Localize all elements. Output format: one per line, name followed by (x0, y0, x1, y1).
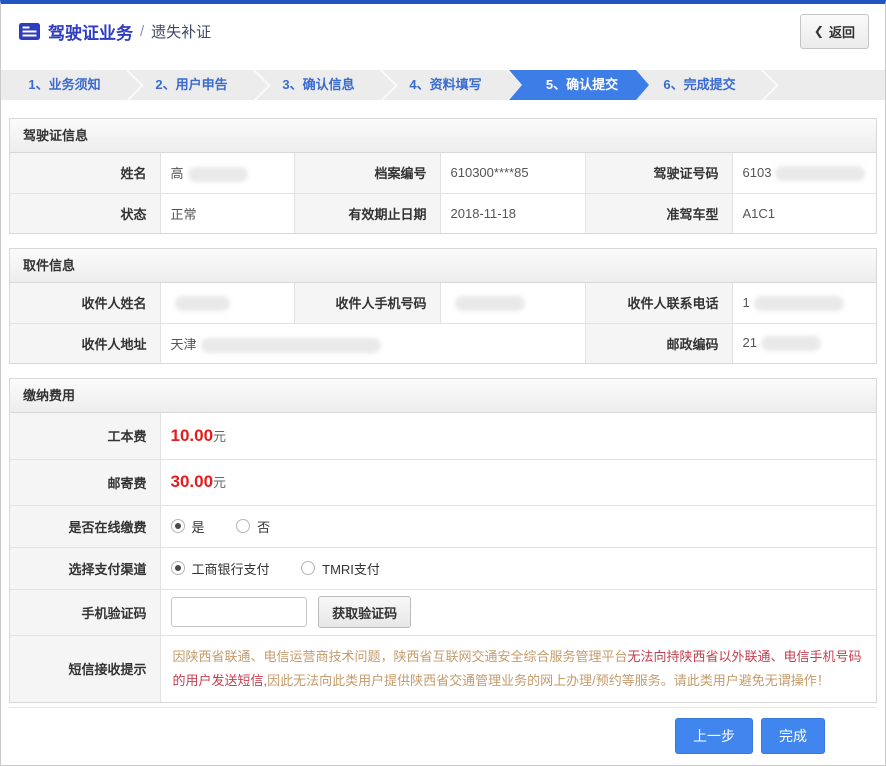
name-value: 高 (160, 153, 294, 193)
section-license-title: 驾驶证信息 (10, 119, 876, 153)
step-tab-4[interactable]: 4、资料填写 (382, 70, 509, 100)
status-value: 正常 (160, 193, 294, 233)
postal-code-value: 21 (732, 323, 876, 363)
page: 驾驶证业务 / 遗失补证 ❮ 返回 1、业务须知 2、用户申告 3、确认信息 4… (0, 0, 886, 766)
pay-channel-label: 选择支付渠道 (10, 547, 160, 589)
breadcrumb-current: 遗失补证 (151, 21, 211, 42)
radio-online-yes[interactable] (171, 519, 185, 533)
step-tab-1[interactable]: 1、业务须知 (1, 70, 128, 100)
back-button[interactable]: ❮ 返回 (800, 14, 869, 49)
table-row: 收件人地址 天津 邮政编码 21 (10, 323, 876, 363)
work-fee-amount: 10.00 (171, 426, 214, 445)
vehicle-type-value: A1C1 (732, 193, 876, 233)
fee-unit: 元 (213, 429, 226, 444)
sms-code-label: 手机验证码 (10, 589, 160, 635)
work-fee-value: 10.00元 (160, 413, 876, 459)
redacted-value (775, 166, 865, 181)
step-tab-6[interactable]: 6、完成提交 (636, 70, 763, 100)
redacted-value (754, 296, 844, 311)
section-fees-title: 缴纳费用 (10, 379, 876, 413)
redacted-value (175, 296, 230, 311)
radio-online-yes-label[interactable]: 是 (192, 520, 205, 535)
table-row: 工本费 10.00元 (10, 413, 876, 459)
redacted-value (455, 296, 525, 311)
sms-notice-text: 因陕西省联通、电信运营商技术问题，陕西省互联网交通安全综合服务管理平台无法向持陕… (160, 635, 876, 702)
recipient-phone-label: 收件人联系电话 (585, 283, 732, 323)
postal-code-label: 邮政编码 (585, 323, 732, 363)
name-label: 姓名 (10, 153, 160, 193)
sms-code-input[interactable] (171, 597, 307, 627)
recipient-phone-value: 1 (732, 283, 876, 323)
section-pickup-title: 取件信息 (10, 249, 876, 283)
table-row: 手机验证码 获取验证码 (10, 589, 876, 635)
table-row: 选择支付渠道 工商银行支付 TMRI支付 (10, 547, 876, 589)
sms-code-field: 获取验证码 (160, 589, 876, 635)
redacted-value (188, 167, 248, 182)
online-pay-options: 是 否 (160, 505, 876, 547)
table-row: 邮寄费 30.00元 (10, 459, 876, 505)
pickup-info-table: 收件人姓名 收件人手机号码 收件人联系电话 1 收件人地址 天津 邮政编码 21 (10, 283, 876, 363)
step-tab-2[interactable]: 2、用户申告 (128, 70, 255, 100)
post-fee-amount: 30.00 (171, 472, 214, 491)
table-row: 收件人姓名 收件人手机号码 收件人联系电话 1 (10, 283, 876, 323)
radio-channel-icbc[interactable] (171, 561, 185, 575)
status-label: 状态 (10, 193, 160, 233)
license-no-label: 驾驶证号码 (585, 153, 732, 193)
radio-channel-tmri[interactable] (301, 561, 315, 575)
step-nav: 1、业务须知 2、用户申告 3、确认信息 4、资料填写 5、确认提交 6、完成提… (1, 70, 885, 100)
license-business-icon (19, 23, 40, 40)
step-tab-5-active[interactable]: 5、确认提交 (509, 70, 649, 100)
expiry-value: 2018-11-18 (440, 193, 585, 233)
radio-channel-tmri-label[interactable]: TMRI支付 (322, 562, 380, 577)
breadcrumb: 驾驶证业务 / 遗失补证 (19, 19, 211, 44)
back-chevron-icon: ❮ (814, 24, 824, 38)
section-pickup-info: 取件信息 收件人姓名 收件人手机号码 收件人联系电话 1 收件人地址 天津 邮政… (9, 248, 877, 364)
step-tab-3[interactable]: 3、确认信息 (255, 70, 382, 100)
online-pay-label: 是否在线缴费 (10, 505, 160, 547)
expiry-label: 有效期止日期 (294, 193, 440, 233)
pay-channel-options: 工商银行支付 TMRI支付 (160, 547, 876, 589)
radio-online-no[interactable] (236, 519, 250, 533)
breadcrumb-divider: / (140, 23, 144, 40)
step-nav-filler (763, 70, 885, 100)
sms-notice-label: 短信接收提示 (10, 635, 160, 702)
archive-no-value: 610300****85 (440, 153, 585, 193)
license-info-table: 姓名 高 档案编号 610300****85 驾驶证号码 6103 状态 正常 … (10, 153, 876, 233)
radio-online-no-label[interactable]: 否 (257, 520, 270, 535)
sms-notice-part3: 因此无法向此类用户提供陕西省交通管理业务的网上办理/预约等服务。请此类用户避免无… (267, 673, 830, 688)
page-header: 驾驶证业务 / 遗失补证 ❮ 返回 (1, 4, 885, 58)
recipient-mobile-label: 收件人手机号码 (294, 283, 440, 323)
post-fee-label: 邮寄费 (10, 459, 160, 505)
recipient-address-label: 收件人地址 (10, 323, 160, 363)
table-row: 状态 正常 有效期止日期 2018-11-18 准驾车型 A1C1 (10, 193, 876, 233)
previous-step-button[interactable]: 上一步 (675, 718, 753, 754)
table-row: 姓名 高 档案编号 610300****85 驾驶证号码 6103 (10, 153, 876, 193)
fees-table: 工本费 10.00元 邮寄费 30.00元 是否在线缴费 是 否 选择支付渠道 (10, 413, 876, 702)
finish-button[interactable]: 完成 (761, 718, 825, 754)
sms-notice-part1: 因陕西省联通、电信运营商技术问题，陕西省互联网交通安全综合服务管理平台 (173, 649, 628, 664)
recipient-address-value: 天津 (160, 323, 585, 363)
get-sms-code-button[interactable]: 获取验证码 (318, 596, 411, 628)
back-button-label: 返回 (829, 22, 855, 41)
archive-no-label: 档案编号 (294, 153, 440, 193)
section-license-info: 驾驶证信息 姓名 高 档案编号 610300****85 驾驶证号码 6103 … (9, 118, 877, 234)
vehicle-type-label: 准驾车型 (585, 193, 732, 233)
recipient-name-label: 收件人姓名 (10, 283, 160, 323)
radio-channel-icbc-label[interactable]: 工商银行支付 (192, 562, 270, 577)
redacted-value (761, 336, 821, 351)
post-fee-value: 30.00元 (160, 459, 876, 505)
section-fees: 缴纳费用 工本费 10.00元 邮寄费 30.00元 是否在线缴费 是 否 (9, 378, 877, 703)
page-title: 驾驶证业务 (48, 19, 133, 44)
table-row: 是否在线缴费 是 否 (10, 505, 876, 547)
fee-unit: 元 (213, 475, 226, 490)
recipient-name-value (160, 283, 294, 323)
recipient-mobile-value (440, 283, 585, 323)
work-fee-label: 工本费 (10, 413, 160, 459)
table-row: 短信接收提示 因陕西省联通、电信运营商技术问题，陕西省互联网交通安全综合服务管理… (10, 635, 876, 702)
redacted-value (201, 338, 381, 353)
license-no-value: 6103 (732, 153, 876, 193)
footer-actions: 上一步 完成 (9, 707, 877, 754)
